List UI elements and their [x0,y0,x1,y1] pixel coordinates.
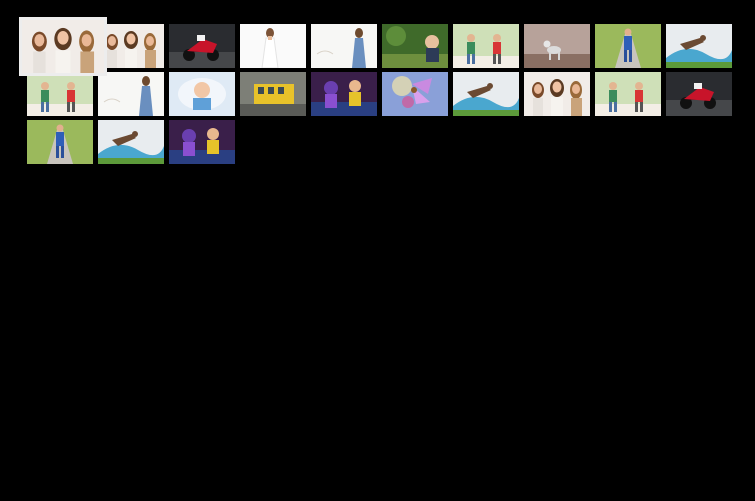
photo-gallery [0,0,755,501]
thumbnail-runner-on-road[interactable] [27,120,93,164]
thumbnail-woman-blue-dress[interactable] [98,72,164,116]
thumbnail-three-girls-portrait[interactable] [19,17,107,76]
thumbnail-dog-jumping-sky[interactable] [453,72,519,116]
thumbnail-image [27,120,93,164]
thumbnail-baby-portrait[interactable] [169,72,235,116]
thumbnail-grid [19,17,737,164]
thumbnail-image [382,24,448,68]
thumbnail-tram-street[interactable] [240,72,306,116]
thumbnail-image [22,20,104,73]
thumbnail-children-purple-costume[interactable] [311,72,377,116]
thumbnail-kids-playing-outdoors[interactable] [453,24,519,68]
thumbnail-image [98,72,164,116]
thumbnail-dog-jumping-sky[interactable] [98,120,164,164]
thumbnail-dog-jumping-sky[interactable] [666,24,732,68]
thumbnail-image [666,24,732,68]
thumbnail-woman-blue-dress[interactable] [311,24,377,68]
thumbnail-three-girls-portrait[interactable] [98,24,164,68]
thumbnail-image [382,72,448,116]
thumbnail-image [666,72,732,116]
thumbnail-image [169,24,235,68]
selection-frame [19,17,107,76]
thumbnail-fairy-fantasy[interactable] [382,72,448,116]
thumbnail-image [98,24,164,68]
thumbnail-image [169,120,235,164]
thumbnail-image [595,72,661,116]
thumbnail-image [311,24,377,68]
thumbnail-motorcycle-racer[interactable] [666,72,732,116]
thumbnail-image [98,120,164,164]
thumbnail-motorcycle-racer[interactable] [169,24,235,68]
thumbnail-image [453,24,519,68]
thumbnail-image [524,24,590,68]
thumbnail-image [27,72,93,116]
thumbnail-runner-on-road[interactable] [595,24,661,68]
thumbnail-woman-white-dress[interactable] [240,24,306,68]
thumbnail-image [524,72,590,116]
thumbnail-image [311,72,377,116]
thumbnail-image [595,24,661,68]
thumbnail-image [240,24,306,68]
thumbnail-children-purple-costume[interactable] [169,120,235,164]
thumbnail-three-girls-portrait[interactable] [524,72,590,116]
thumbnail-image [453,72,519,116]
thumbnail-kids-playing-outdoors[interactable] [595,72,661,116]
thumbnail-cat-in-room[interactable] [524,24,590,68]
thumbnail-child-in-park[interactable] [382,24,448,68]
thumbnail-kids-playing-outdoors[interactable] [27,72,93,116]
thumbnail-image [240,72,306,116]
thumbnail-image [169,72,235,116]
